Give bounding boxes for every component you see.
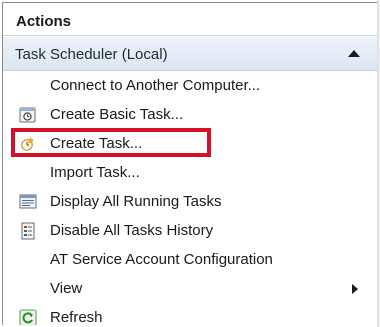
collapse-triangle-icon[interactable] bbox=[348, 50, 360, 57]
action-label: Import Task... bbox=[50, 164, 140, 181]
tasks-history-icon bbox=[18, 221, 38, 241]
refresh-icon bbox=[18, 308, 38, 325]
section-task-scheduler-local[interactable]: Task Scheduler (Local) bbox=[3, 37, 378, 71]
actions-pane: Actions Task Scheduler (Local) Connect t… bbox=[2, 2, 378, 325]
basic-task-wizard-icon bbox=[18, 105, 38, 125]
submenu-arrow-icon bbox=[352, 284, 358, 294]
action-connect-to-another-computer[interactable]: Connect to Another Computer... bbox=[3, 71, 378, 100]
action-label: Create Basic Task... bbox=[50, 106, 184, 123]
section-label: Task Scheduler (Local) bbox=[15, 46, 168, 63]
action-refresh[interactable]: Refresh bbox=[3, 303, 378, 325]
highlight-annotation-box bbox=[11, 128, 211, 157]
actions-pane-title: Actions bbox=[16, 13, 72, 30]
action-view[interactable]: View bbox=[3, 274, 378, 303]
action-label: Display All Running Tasks bbox=[50, 193, 222, 210]
action-label: AT Service Account Configuration bbox=[50, 251, 273, 268]
action-at-service-account-configuration[interactable]: AT Service Account Configuration bbox=[3, 245, 378, 274]
action-disable-all-tasks-history[interactable]: Disable All Tasks History bbox=[3, 216, 378, 245]
action-create-basic-task[interactable]: Create Basic Task... bbox=[3, 100, 378, 129]
action-label: View bbox=[50, 280, 83, 297]
action-label: Disable All Tasks History bbox=[50, 222, 214, 239]
actions-pane-header: Actions bbox=[3, 3, 378, 36]
action-display-all-running-tasks[interactable]: Display All Running Tasks bbox=[3, 187, 378, 216]
action-label: Connect to Another Computer... bbox=[50, 77, 261, 94]
action-import-task[interactable]: Import Task... bbox=[3, 158, 378, 187]
running-tasks-icon bbox=[18, 192, 38, 212]
action-label: Refresh bbox=[50, 309, 103, 325]
